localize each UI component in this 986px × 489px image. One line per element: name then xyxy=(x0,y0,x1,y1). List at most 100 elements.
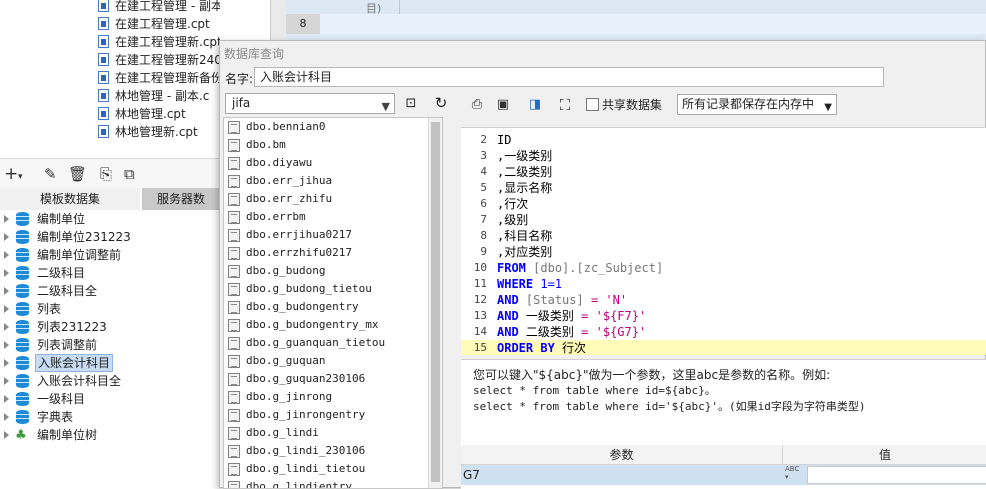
sql-editor[interactable]: 2 ID 3 ,一级类别 4 ,二级类别 5 ,显示名称 6 ,行次 7 ,级别 8 ,科目名称 9 ,对应类… xyxy=(461,127,986,355)
table-item[interactable]: dbo.g_lindientry xyxy=(224,478,428,488)
code-line: 3 ,一级类别 xyxy=(461,148,986,164)
tab-server-dataset[interactable]: 服务器数 xyxy=(142,188,220,210)
code-token: [Status] xyxy=(525,293,584,307)
dataset-item[interactable]: 列表231223 xyxy=(0,318,220,336)
connection-select[interactable]: jifa ▼ xyxy=(225,93,395,114)
file-name: 林地管理 - 副本.c xyxy=(115,89,210,103)
table-item[interactable]: dbo.g_jinrongentry xyxy=(224,406,428,424)
bookmark-icon[interactable]: ◨ xyxy=(525,95,545,115)
table-item[interactable]: dbo.g_budong_tietou xyxy=(224,280,428,298)
name-input[interactable]: 入账会计科目 xyxy=(254,67,884,87)
dataset-item[interactable]: ♣ 编制单位树 xyxy=(0,426,220,444)
sql-toolbar: ⎙ ▣ ◨ ⛶ 共享数据集 所有记录都保存在内存中 ▼ xyxy=(461,93,986,117)
preview-icon[interactable]: ⎘ xyxy=(100,166,112,182)
dataset-item[interactable]: 入账会计科目全 xyxy=(0,372,220,390)
file-name: 在建工程管理新240 xyxy=(115,53,220,67)
code-token: [dbo].[zc_Subject] xyxy=(533,261,664,275)
storage-select[interactable]: 所有记录都保存在内存中 ▼ xyxy=(677,94,837,115)
dataset-item[interactable]: 入账会计科目 xyxy=(0,354,220,372)
table-item[interactable]: dbo.g_budongentry xyxy=(224,298,428,316)
file-item[interactable]: 在建工程管理新240 xyxy=(98,51,220,69)
table-item[interactable]: dbo.err_jihua xyxy=(224,172,428,190)
cpt-file-icon xyxy=(98,0,109,12)
code-token: 一级类别 xyxy=(525,309,574,323)
file-item[interactable]: 在建工程管理新备份 xyxy=(98,69,220,87)
table-name: dbo.g_budong xyxy=(246,264,326,277)
table-item[interactable]: dbo.g_budongentry_mx xyxy=(224,316,428,334)
refresh-button[interactable]: ↻ xyxy=(430,93,452,115)
file-item[interactable]: 林地管理.cpt xyxy=(98,105,186,123)
tab-template-dataset[interactable]: 模板数据集 xyxy=(0,188,140,210)
code-line: 7 ,级别 xyxy=(461,212,986,228)
code-token: ,科目名称 xyxy=(497,229,553,243)
param-value-input[interactable] xyxy=(807,466,986,484)
expand-arrow-icon[interactable] xyxy=(4,413,9,421)
table-item[interactable]: dbo.errbm xyxy=(224,208,428,226)
expand-arrow-icon[interactable] xyxy=(4,305,9,313)
connection-preview-button[interactable]: ⊡ xyxy=(401,94,421,114)
expand-arrow-icon[interactable] xyxy=(4,377,9,385)
dataset-item[interactable]: 编制单位调整前 xyxy=(0,246,220,264)
table-item[interactable]: dbo.bennian0 xyxy=(224,118,428,136)
fullscreen-icon[interactable]: ⛶ xyxy=(555,95,575,115)
expand-arrow-icon[interactable] xyxy=(4,269,9,277)
code-line: 8 ,科目名称 xyxy=(461,228,986,244)
string-literal: 'N' xyxy=(605,293,628,307)
table-item[interactable]: dbo.g_budong xyxy=(224,262,428,280)
table-item[interactable]: dbo.g_guquan230106 xyxy=(224,370,428,388)
preview-icon[interactable]: ⎙ xyxy=(467,95,487,115)
table-item[interactable]: dbo.errzhifu0217 xyxy=(224,244,428,262)
table-item[interactable]: dbo.err_zhifu xyxy=(224,190,428,208)
parameter-row[interactable]: G7 ABC ▾ xyxy=(461,465,986,485)
dataset-item[interactable]: 二级科目 xyxy=(0,264,220,282)
expand-arrow-icon[interactable] xyxy=(4,215,9,223)
file-item[interactable]: 林地管理 - 副本.c xyxy=(98,87,209,105)
share-dataset-checkbox[interactable] xyxy=(586,98,599,111)
dataset-item[interactable]: 列表 xyxy=(0,300,220,318)
cpt-file-icon xyxy=(98,35,109,48)
expand-arrow-icon[interactable] xyxy=(4,233,9,241)
expand-arrow-icon[interactable] xyxy=(4,359,9,367)
dataset-item[interactable]: 二级科目全 xyxy=(0,282,220,300)
table-item[interactable]: dbo.diyawu xyxy=(224,154,428,172)
database-icon xyxy=(16,356,29,370)
param-type-icon[interactable]: ABC ▾ xyxy=(785,465,805,485)
save-icon[interactable]: ▣ xyxy=(493,95,513,115)
dataset-item[interactable]: 列表调整前 xyxy=(0,336,220,354)
add-dataset-icon[interactable]: + xyxy=(4,166,18,183)
database-icon xyxy=(16,302,29,316)
expand-arrow-icon[interactable] xyxy=(4,323,9,331)
delete-icon[interactable]: 🗑 xyxy=(68,166,87,182)
file-item[interactable]: 在建工程管理.cpt xyxy=(98,15,210,33)
file-item[interactable]: 在建工程管理 - 副本.cpt xyxy=(98,0,220,15)
expand-arrow-icon[interactable] xyxy=(4,251,9,259)
table-item[interactable]: dbo.bm xyxy=(224,136,428,154)
table-item[interactable]: dbo.g_jinrong xyxy=(224,388,428,406)
table-item[interactable]: dbo.errjihua0217 xyxy=(224,226,428,244)
cache-icon[interactable]: ⧉ xyxy=(124,166,135,182)
expand-arrow-icon[interactable] xyxy=(4,287,9,295)
chevron-down-icon: ▼ xyxy=(381,100,390,113)
expand-arrow-icon[interactable] xyxy=(4,431,9,439)
table-item[interactable]: dbo.g_lindi_tietou xyxy=(224,460,428,478)
table-name: dbo.g_lindi_tietou xyxy=(246,462,366,475)
table-item[interactable]: dbo.g_guanquan_tietou xyxy=(224,334,428,352)
chevron-down-icon[interactable]: ▾ xyxy=(18,169,23,185)
scrollbar-thumb[interactable] xyxy=(431,122,440,482)
table-item[interactable]: dbo.g_lindi xyxy=(224,424,428,442)
table-item[interactable]: dbo.g_guquan xyxy=(224,352,428,370)
dataset-item[interactable]: 一级科目 xyxy=(0,390,220,408)
dataset-item[interactable]: 编制单位 xyxy=(0,210,220,228)
expand-arrow-icon[interactable] xyxy=(4,341,9,349)
cpt-file-icon xyxy=(98,53,109,66)
file-item[interactable]: 在建工程管理新.cpt xyxy=(98,33,220,51)
table-icon xyxy=(228,193,240,206)
dataset-item[interactable]: 字典表 xyxy=(0,408,220,426)
edit-icon[interactable]: ✎ xyxy=(44,166,57,182)
dataset-item[interactable]: 编制单位231223 xyxy=(0,228,220,246)
table-item[interactable]: dbo.g_lindi_230106 xyxy=(224,442,428,460)
scrollbar[interactable] xyxy=(428,118,442,488)
file-item[interactable]: 林地管理新.cpt xyxy=(98,123,198,141)
expand-arrow-icon[interactable] xyxy=(4,395,9,403)
dataset-toolbar: + ▾ ✎ 🗑 ⎘ ⧉ xyxy=(0,158,220,188)
